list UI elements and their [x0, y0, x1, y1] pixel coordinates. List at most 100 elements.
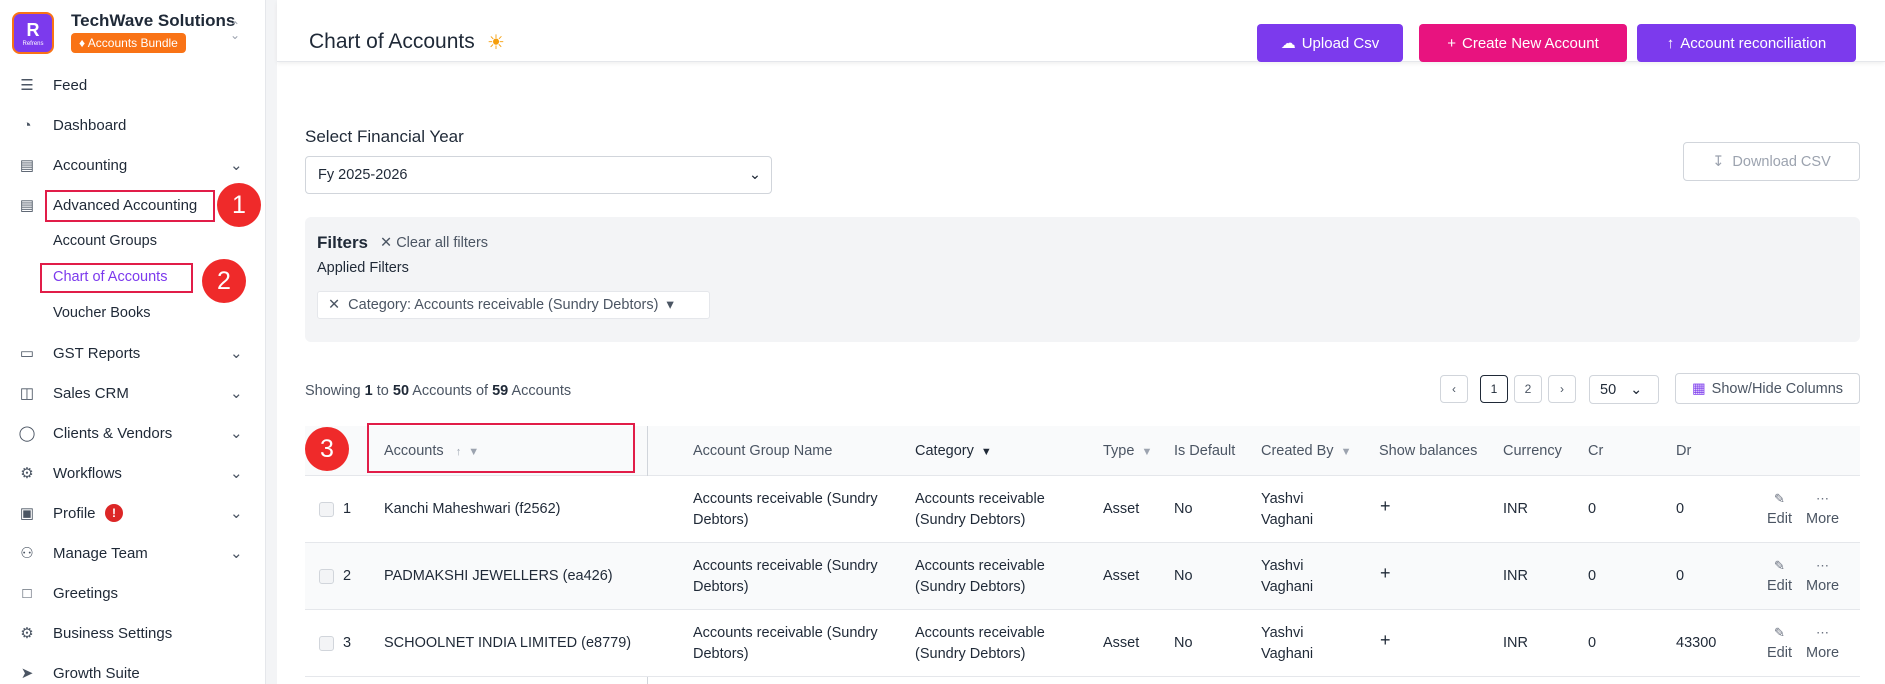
created-by-line: Yashvi: [1261, 491, 1304, 507]
table-row[interactable]: 1 Kanchi Maheshwari (f2562) Accounts rec…: [305, 476, 1860, 543]
download-icon: ↧: [1712, 153, 1725, 170]
sidebar-item-growth-suite[interactable]: ➤ Growth Suite: [0, 658, 262, 684]
created-by-line: Yashvi: [1261, 625, 1304, 641]
edit-label: Edit: [1767, 578, 1792, 594]
annotation-highlight-box: [367, 423, 635, 473]
caret-down-icon[interactable]: ▾: [666, 297, 673, 313]
more-dots-icon: ⋯: [1816, 491, 1830, 506]
account-reconciliation-button[interactable]: ↑ Account reconciliation: [1637, 24, 1856, 62]
upload-csv-button[interactable]: ☁ Upload Csv: [1257, 24, 1403, 62]
annotation-marker-1: 1: [217, 183, 261, 227]
column-header-type[interactable]: Type ▼: [1103, 443, 1152, 459]
show-balance-plus-icon[interactable]: +: [1380, 496, 1391, 517]
sidebar-item-accounting[interactable]: ▤ Accounting ⌄: [0, 150, 262, 180]
edit-button[interactable]: ✎ Edit: [1767, 556, 1792, 596]
sidebar-item-clients-vendors[interactable]: ◯ Clients & Vendors ⌄: [0, 418, 262, 448]
chevron-updown-icon[interactable]: ⌃ ⌄: [230, 20, 240, 41]
account-group: Accounts receivable (Sundry Debtors): [693, 623, 878, 665]
debit-amount: 0: [1676, 568, 1685, 584]
table-row[interactable]: 2 PADMAKSHI JEWELLERS (ea426) Accounts r…: [305, 543, 1860, 610]
row-checkbox[interactable]: [319, 569, 334, 584]
sidebar-item-business-settings[interactable]: ⚙ Business Settings: [0, 618, 262, 648]
column-header-cr[interactable]: Cr: [1588, 443, 1603, 459]
pagination-page-1[interactable]: 1: [1480, 375, 1508, 403]
more-button[interactable]: ⋯ More: [1806, 623, 1839, 663]
filters-title: Filters: [317, 233, 369, 252]
lightbulb-icon[interactable]: ☀: [487, 30, 505, 55]
sidebar-item-greetings[interactable]: □ Greetings: [0, 578, 262, 608]
close-icon[interactable]: ✕: [328, 297, 340, 313]
more-label: More: [1806, 645, 1840, 661]
sidebar-item-gst-reports[interactable]: ▭ GST Reports ⌄: [0, 338, 262, 368]
filter-icon[interactable]: ▼: [1341, 446, 1352, 458]
sidebar-subitem-account-groups[interactable]: Account Groups: [53, 233, 157, 249]
sidebar-item-label: Sales CRM: [53, 384, 129, 402]
team-icon: ⚇: [20, 545, 34, 562]
create-new-account-button[interactable]: + Create New Account: [1419, 24, 1627, 62]
edit-label: Edit: [1767, 645, 1792, 661]
column-header-created-by[interactable]: Created By ▼: [1261, 443, 1351, 459]
sidebar-item-dashboard[interactable]: ◔ Dashboard: [0, 110, 262, 140]
column-header-is-default[interactable]: Is Default: [1174, 443, 1235, 459]
chevron-down-icon: ⌄: [230, 465, 243, 482]
pagination-next-button[interactable]: ›: [1548, 375, 1576, 403]
account-type: Asset: [1103, 635, 1140, 651]
feed-icon: ☰: [20, 77, 34, 94]
per-page-value: 50: [1600, 381, 1617, 398]
per-page-select[interactable]: 50 ⌄: [1589, 375, 1659, 404]
pagination-page-2[interactable]: 2: [1514, 375, 1542, 403]
pagination-prev-button[interactable]: ‹: [1440, 375, 1468, 403]
sidebar-item-workflows[interactable]: ⚙ Workflows ⌄: [0, 458, 262, 488]
sidebar-item-label: Dashboard: [53, 116, 127, 134]
row-number: 1: [343, 501, 352, 517]
filter-chip-category[interactable]: ✕ Category: Accounts receivable (Sundry …: [317, 291, 710, 319]
account-name[interactable]: PADMAKSHI JEWELLERS (ea426): [384, 568, 613, 584]
logo-letter: R: [26, 19, 40, 40]
sidebar-item-manage-team[interactable]: ⚇ Manage Team ⌄: [0, 538, 262, 568]
download-csv-button[interactable]: ↧ Download CSV: [1683, 142, 1860, 181]
column-header-currency[interactable]: Currency: [1503, 443, 1562, 459]
filter-icon[interactable]: ▼: [981, 446, 992, 458]
account-name[interactable]: Kanchi Maheshwari (f2562): [384, 501, 561, 517]
financial-year-select[interactable]: Fy 2025-2026 ⌄: [305, 156, 772, 194]
account-name[interactable]: SCHOOLNET INDIA LIMITED (e8779): [384, 635, 631, 651]
category-line: Accounts receivable: [915, 625, 1045, 641]
chevron-down-icon: ⌄: [230, 345, 243, 362]
close-icon: ✕: [380, 235, 393, 251]
more-button[interactable]: ⋯ More: [1806, 489, 1839, 529]
chevron-down-icon: ⌄: [230, 157, 243, 174]
plus-icon: +: [1447, 34, 1456, 52]
row-checkbox[interactable]: [319, 502, 334, 517]
column-header-dr[interactable]: Dr: [1676, 443, 1691, 459]
results-summary: Showing 1 to 50 Accounts of 59 Accounts: [305, 383, 571, 399]
more-button[interactable]: ⋯ More: [1806, 556, 1839, 596]
row-checkbox[interactable]: [319, 636, 334, 651]
show-balance-plus-icon[interactable]: +: [1380, 563, 1391, 584]
sidebar-item-label: Accounting: [53, 156, 128, 174]
summary-of-word: of: [475, 383, 489, 399]
table-row[interactable]: 3 SCHOOLNET INDIA LIMITED (e8779) Accoun…: [305, 610, 1860, 677]
account-type: Asset: [1103, 501, 1140, 517]
summary-to: 50: [392, 383, 410, 399]
show-hide-columns-button[interactable]: ▦ Show/Hide Columns: [1675, 373, 1860, 404]
column-header-account-group[interactable]: Account Group Name: [693, 443, 832, 459]
filter-icon[interactable]: ▼: [1141, 446, 1152, 458]
sidebar-item-profile[interactable]: ▣ Profile ! ⌄: [0, 498, 262, 528]
column-header-category[interactable]: Category ▼: [915, 443, 992, 459]
edit-button[interactable]: ✎ Edit: [1767, 489, 1792, 529]
show-balance-plus-icon[interactable]: +: [1380, 630, 1391, 651]
edit-button[interactable]: ✎ Edit: [1767, 623, 1792, 663]
chevron-down-icon: ⌄: [230, 505, 243, 522]
sidebar-subitem-voucher-books[interactable]: Voucher Books: [53, 305, 151, 321]
company-switcher[interactable]: R Refrens TechWave Solutions ♦ Accounts …: [12, 10, 262, 58]
more-label: More: [1806, 511, 1840, 527]
sidebar-item-label: Feed: [53, 76, 88, 94]
sidebar-item-sales-crm[interactable]: ◫ Sales CRM ⌄: [0, 378, 262, 408]
column-header-show-balances[interactable]: Show balances: [1379, 443, 1477, 459]
column-header-label: Category: [915, 443, 974, 459]
account-type: Asset: [1103, 568, 1140, 584]
sidebar-item-feed[interactable]: ☰ Feed: [0, 70, 262, 100]
chevron-down-icon: ⌄: [230, 385, 243, 402]
chevron-down-icon: ⌄: [748, 167, 761, 183]
clear-all-filters-button[interactable]: ✕ Clear all filters: [380, 235, 488, 251]
